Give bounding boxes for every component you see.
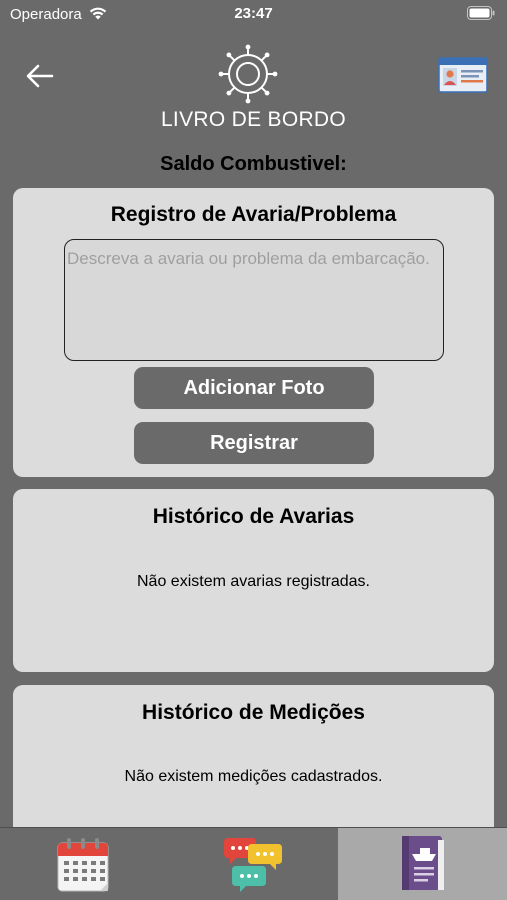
tab-bar (0, 827, 507, 900)
damage-description-input[interactable] (64, 239, 444, 361)
measurement-history-title: Histórico de Medições (142, 701, 365, 724)
chat-bubbles-icon (224, 838, 282, 892)
arrow-left-icon[interactable] (22, 58, 58, 94)
id-card-icon[interactable] (438, 56, 488, 94)
damage-history-card: Histórico de Avarias Não existem avarias… (13, 489, 494, 672)
tab-chat[interactable] (169, 828, 338, 900)
add-photo-button[interactable]: Adicionar Foto (134, 367, 374, 409)
ship-wheel-icon (218, 44, 278, 104)
register-button[interactable]: Registrar (134, 422, 374, 464)
fuel-balance-label: Saldo Combustivel: (160, 153, 347, 175)
logbook-icon (402, 836, 444, 890)
damage-report-card: Registro de Avaria/Problema Adicionar Fo… (13, 188, 494, 477)
battery-icon (467, 6, 495, 20)
page-title: LIVRO DE BORDO (160, 108, 347, 131)
damage-history-title: Histórico de Avarias (152, 505, 355, 528)
measurement-history-empty-text: Não existem medições cadastrados. (124, 768, 383, 785)
damage-history-empty-text: Não existem avarias registradas. (137, 573, 370, 590)
tab-logbook[interactable] (338, 828, 507, 900)
measurement-history-card: Histórico de Medições Não existem mediçõ… (13, 685, 494, 845)
status-bar: Operadora 23:47 (0, 0, 507, 30)
calendar-icon (57, 838, 109, 892)
clock: 23:47 (234, 5, 273, 22)
damage-report-title: Registro de Avaria/Problema (110, 203, 397, 226)
tab-calendar[interactable] (0, 828, 169, 900)
